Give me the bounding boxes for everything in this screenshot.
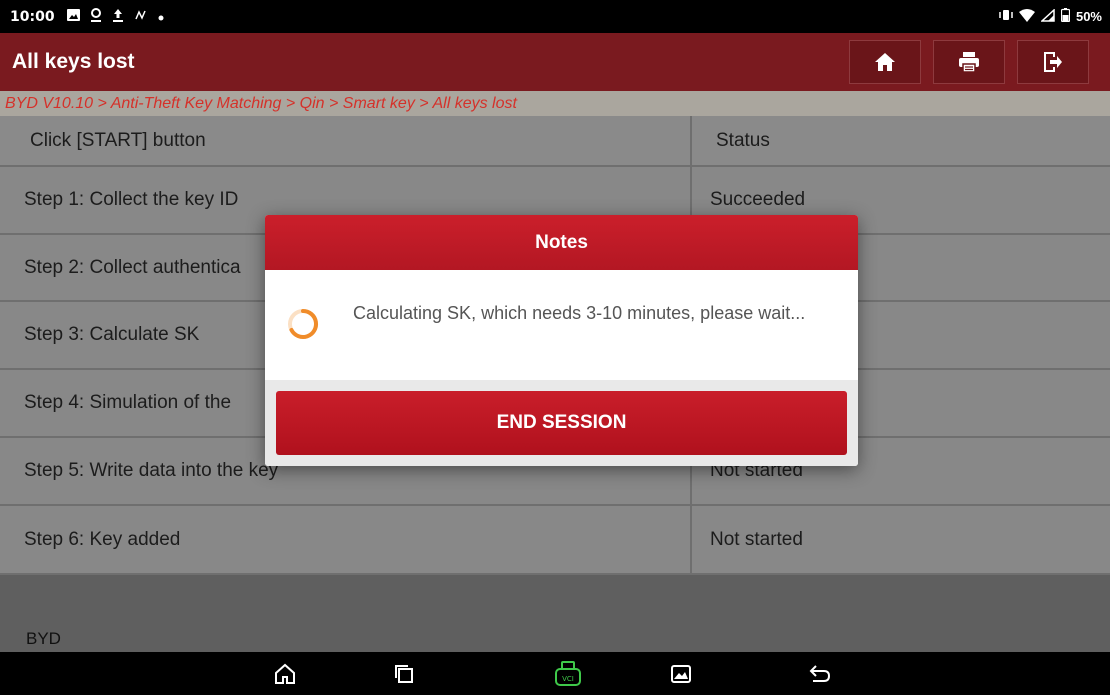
dialog-message: Calculating SK, which needs 3-10 minutes… (353, 303, 806, 323)
exit-icon (1044, 52, 1062, 72)
battery-icon (1060, 8, 1071, 25)
vci-label: VCI (562, 675, 574, 683)
table-row: Step 6: Key added Not started (0, 506, 1110, 575)
signal-icon (134, 9, 148, 24)
battery-percent: 50% (1075, 9, 1102, 24)
dialog-title: Notes (265, 215, 858, 270)
brand-label: BYD (26, 629, 61, 648)
wifi-icon (1018, 8, 1035, 25)
title-bar: All keys lost (0, 33, 1110, 91)
location-icon (90, 8, 102, 25)
back-icon (809, 665, 831, 682)
step-status: Not started (710, 528, 803, 550)
notes-dialog: Notes Calculating SK, which needs 3-10 m… (265, 215, 858, 466)
status-time: 10:00 (10, 8, 55, 25)
nav-vci-button[interactable]: VCI (552, 660, 584, 688)
home-icon (875, 53, 895, 71)
home-icon (275, 663, 295, 684)
status-bar: 10:00 50% (0, 0, 1110, 33)
home-button[interactable] (849, 40, 921, 84)
nav-recent-apps-button[interactable] (389, 660, 419, 688)
step-label: Step 6: Key added (0, 506, 692, 573)
nav-home-button[interactable] (270, 660, 300, 688)
recent-apps-icon (395, 665, 413, 683)
end-session-button[interactable]: END SESSION (276, 391, 847, 455)
vibrate-icon (999, 9, 1013, 24)
upload-icon (112, 8, 124, 25)
table-header: Click [START] button Status (0, 116, 1110, 167)
page-title: All keys lost (12, 50, 135, 73)
status-right-icons: 50% (999, 0, 1102, 33)
navigation-bar: VCI (0, 652, 1110, 695)
print-button[interactable] (933, 40, 1005, 84)
exit-button[interactable] (1017, 40, 1089, 84)
cell-signal-icon (1040, 7, 1055, 25)
nav-back-button[interactable] (805, 660, 835, 688)
loading-spinner-icon (288, 308, 319, 339)
dialog-footer: END SESSION (265, 380, 858, 466)
dialog-body: Calculating SK, which needs 3-10 minutes… (265, 270, 858, 380)
image-icon (66, 9, 80, 24)
breadcrumb: BYD V10.10 > Anti-Theft Key Matching > Q… (0, 91, 1110, 116)
header-status: Status (716, 129, 770, 151)
status-left-icons (66, 8, 164, 25)
dot-icon (158, 9, 164, 24)
nav-gallery-button[interactable] (666, 660, 696, 688)
print-icon (959, 52, 979, 73)
header-step: Click [START] button (0, 116, 692, 165)
vci-icon: VCI (555, 661, 581, 686)
footer-area: BYD (0, 575, 1110, 652)
gallery-icon (671, 665, 691, 683)
